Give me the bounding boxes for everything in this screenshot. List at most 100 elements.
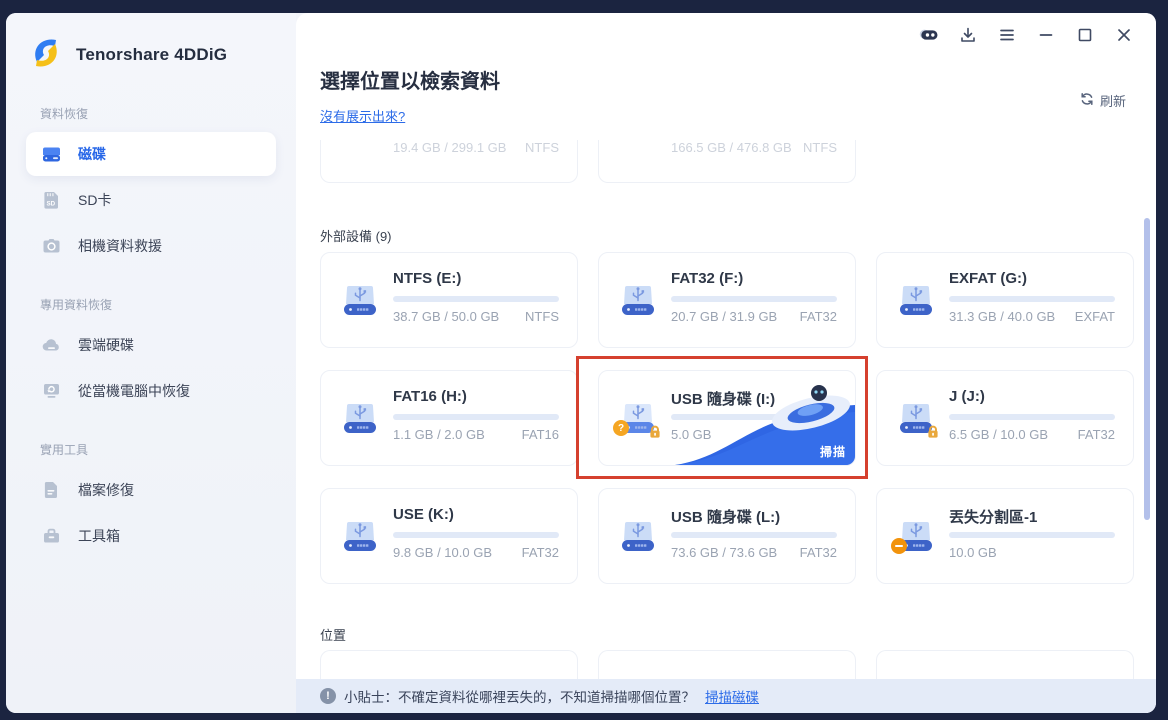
sidebar-section-label: 專用資料恢復: [40, 298, 113, 312]
partial-device-card[interactable]: 19.4 GB / 299.1 GB NTFS: [320, 140, 578, 183]
sidebar-item-label: 相機資料救援: [78, 238, 162, 254]
sidebar-item-label: 磁碟: [78, 146, 106, 162]
camera-icon: [40, 235, 62, 257]
usb-drive-icon: [891, 515, 937, 557]
partial-bottom-row: [320, 650, 1134, 679]
device-name: FAT32 (F:): [671, 270, 744, 287]
sidebar-item-label: 工具箱: [78, 528, 120, 544]
cloud-icon: [40, 334, 62, 356]
device-name: USB 隨身碟 (L:): [671, 509, 781, 526]
device-capacity: 9.8 GB / 10.0 GB: [393, 545, 492, 560]
device-card[interactable]: USE (K:) 9.8 GB / 10.0 GB FAT32: [320, 488, 578, 584]
device-filesystem: NTFS: [525, 140, 559, 155]
lock-badge-icon: [648, 425, 662, 439]
device-card[interactable]: USB 隨身碟 (L:) 73.6 GB / 73.6 GB FAT32: [598, 488, 856, 584]
maximize-icon[interactable]: [1075, 25, 1095, 45]
device-filesystem: FAT32: [1077, 427, 1115, 442]
minimize-icon[interactable]: [1036, 25, 1056, 45]
sidebar-item-disk[interactable]: 磁碟: [26, 132, 276, 176]
titlebar: [919, 25, 1134, 45]
menu-icon[interactable]: [997, 25, 1017, 45]
usb-drive-icon: [339, 397, 381, 439]
scan-disk-link[interactable]: 掃描磁碟: [705, 686, 759, 706]
usb-drive-icon: ?: [613, 397, 662, 439]
capacity-bar: [949, 296, 1115, 302]
device-capacity: 20.7 GB / 31.9 GB: [671, 309, 778, 324]
capacity-bar: [671, 532, 837, 538]
partial-location-card[interactable]: [320, 650, 578, 679]
info-icon: !: [320, 688, 336, 704]
usb-drive-icon: [617, 279, 659, 321]
device-filesystem: NTFS: [525, 309, 559, 324]
main-panel: 選擇位置以檢索資料 沒有展示出來? 刷新 19.4 GB / 299.1 GB N…: [296, 13, 1156, 713]
capacity-bar: [949, 532, 1115, 538]
sidebar-item-label: SD卡: [78, 192, 112, 208]
sidebar-section-label: 實用工具: [40, 443, 89, 457]
device-filesystem: FAT32: [521, 545, 559, 560]
device-card[interactable]: ? USB 隨身碟 (I:) 5.0 GB 掃描: [598, 370, 856, 466]
sidebar: Tenorshare 4DDiG 資料恢復 磁碟 SD SD卡 相機資料救援 專用資料恢復…: [6, 13, 296, 713]
device-card[interactable]: 丟失分割區-1 10.0 GB: [876, 488, 1134, 584]
sidebar-item-toolbox[interactable]: 工具箱: [26, 514, 276, 558]
sd-card-icon: SD: [40, 189, 62, 211]
device-name: J (J:): [949, 388, 985, 405]
partial-device-card[interactable]: 166.5 GB / 476.8 GB NTFS: [598, 140, 856, 183]
close-icon[interactable]: [1114, 25, 1134, 45]
sidebar-item-label: 檔案修復: [78, 482, 134, 498]
device-capacity: 10.0 GB: [949, 545, 997, 560]
crashed-computer-icon: [40, 380, 62, 402]
device-filesystem: EXFAT: [1074, 309, 1115, 324]
device-capacity: 166.5 GB / 476.8 GB: [671, 140, 792, 155]
device-card[interactable]: FAT16 (H:) 1.1 GB / 2.0 GB FAT16: [320, 370, 578, 466]
capacity-bar: [393, 532, 559, 538]
device-name: 丟失分割區-1: [949, 509, 1038, 526]
device-list-area: 19.4 GB / 299.1 GB NTFS 166.5 GB / 476.8 G…: [296, 13, 1156, 679]
app-window: Tenorshare 4DDiG 資料恢復 磁碟 SD SD卡 相機資料救援 專用資料恢復…: [6, 13, 1156, 713]
capacity-bar: [393, 296, 559, 302]
partial-location-card[interactable]: [598, 650, 856, 679]
download-icon[interactable]: [958, 25, 978, 45]
device-name: FAT16 (H:): [393, 388, 467, 405]
minus-badge-icon: [891, 538, 907, 554]
device-filesystem: NTFS: [803, 140, 837, 155]
vertical-scrollbar[interactable]: [1144, 218, 1150, 520]
device-card[interactable]: J (J:) 6.5 GB / 10.0 GB FAT32: [876, 370, 1134, 466]
tip-text: 小貼士：不確定資料從哪裡丟失的，不知道掃描哪個位置？: [344, 690, 695, 705]
device-capacity: 19.4 GB / 299.1 GB: [393, 140, 507, 155]
device-card[interactable]: EXFAT (G:) 31.3 GB / 40.0 GB EXFAT: [876, 252, 1134, 348]
bot-icon[interactable]: [919, 25, 939, 45]
device-capacity: 1.1 GB / 2.0 GB: [393, 427, 485, 442]
sidebar-item-sd-card[interactable]: SD SD卡: [26, 178, 276, 222]
device-card[interactable]: FAT32 (F:) 20.7 GB / 31.9 GB FAT32: [598, 252, 856, 348]
device-capacity: 73.6 GB / 73.6 GB: [671, 545, 778, 560]
svg-text:SD: SD: [46, 201, 55, 208]
device-filesystem: FAT32: [799, 309, 837, 324]
device-capacity: 38.7 GB / 50.0 GB: [393, 309, 500, 324]
sidebar-item-cloud-drive[interactable]: 雲端硬碟: [26, 323, 276, 367]
usb-drive-icon: [895, 397, 940, 439]
device-grid: NTFS (E:) 38.7 GB / 50.0 GB NTFS FAT32 (F:)…: [320, 252, 1134, 584]
device-card[interactable]: NTFS (E:) 38.7 GB / 50.0 GB NTFS: [320, 252, 578, 348]
external-devices-section-label: 外部設備 (9): [320, 229, 392, 244]
toolbox-icon: [40, 525, 62, 547]
sidebar-item-crashed-computer[interactable]: 從當機電腦中恢復: [26, 369, 276, 413]
sidebar-item-label: 從當機電腦中恢復: [78, 383, 190, 399]
usb-drive-icon: [339, 279, 381, 321]
file-repair-icon: [40, 479, 62, 501]
capacity-bar: [949, 414, 1115, 420]
device-name: EXFAT (G:): [949, 270, 1028, 287]
device-filesystem: FAT32: [799, 545, 837, 560]
scan-button[interactable]: 掃描: [820, 443, 846, 460]
partial-location-card[interactable]: [876, 650, 1134, 679]
capacity-bar: [393, 414, 559, 420]
question-badge-icon: ?: [613, 420, 629, 436]
sidebar-item-camera[interactable]: 相機資料救援: [26, 224, 276, 268]
lock-badge-icon: [926, 425, 940, 439]
device-name: USE (K:): [393, 506, 454, 523]
tip-bar: ! 小貼士：不確定資料從哪裡丟失的，不知道掃描哪個位置？ 掃描磁碟: [296, 679, 1156, 713]
usb-drive-icon: [339, 515, 381, 557]
device-capacity: 6.5 GB / 10.0 GB: [949, 427, 1048, 442]
sidebar-item-label: 雲端硬碟: [78, 337, 134, 353]
disk-icon: [40, 143, 62, 165]
sidebar-item-file-repair[interactable]: 檔案修復: [26, 468, 276, 512]
